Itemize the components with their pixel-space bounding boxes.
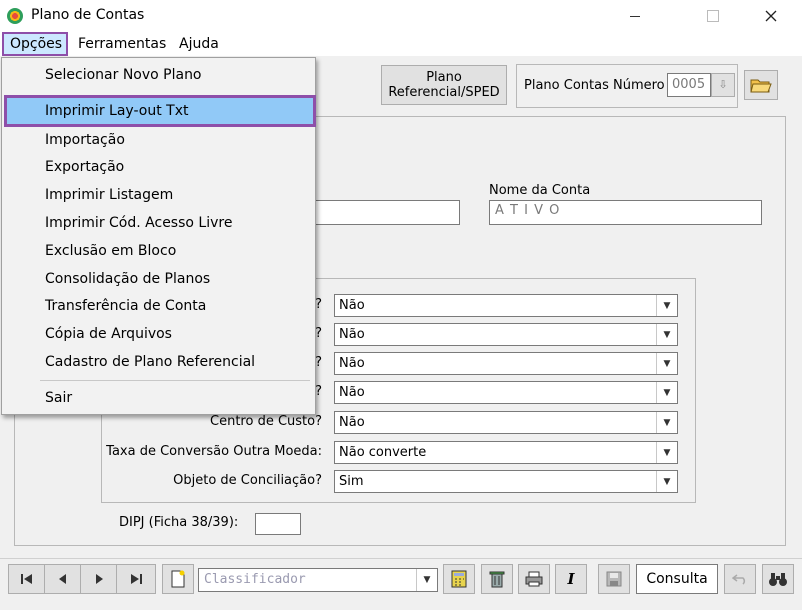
- chevron-down-icon: ▼: [656, 471, 677, 492]
- menu-item-transferencia-de-conta[interactable]: Transferência de Conta: [45, 298, 206, 314]
- close-button[interactable]: [748, 0, 794, 32]
- chevron-down-icon: ▼: [656, 412, 677, 433]
- option-value-1: Não: [339, 298, 365, 313]
- nome-conta-field[interactable]: A T I V O: [489, 200, 762, 225]
- option-value-4: Não: [339, 385, 365, 400]
- minimize-icon: [630, 15, 640, 17]
- menu-item-consolidacao-de-planos[interactable]: Consolidação de Planos: [45, 271, 210, 287]
- objeto-conciliacao-label: Objeto de Conciliação?: [173, 473, 322, 488]
- search-button[interactable]: [762, 564, 794, 594]
- menu-item-sair[interactable]: Sair: [45, 390, 72, 406]
- calculator-icon: [451, 570, 467, 588]
- last-record-icon: [131, 574, 142, 584]
- previous-record-icon: [59, 574, 66, 584]
- menu-item-exportacao[interactable]: Exportação: [45, 159, 124, 175]
- printer-icon: [525, 571, 543, 587]
- taxa-conversao-label: Taxa de Conversão Outra Moeda:: [106, 444, 322, 459]
- print-button[interactable]: [518, 564, 550, 594]
- dipj-field[interactable]: [255, 513, 301, 535]
- next-record-button[interactable]: [80, 564, 118, 594]
- window-title: Plano de Contas: [31, 7, 145, 23]
- last-record-button[interactable]: [116, 564, 156, 594]
- menu-item-exclusao-em-bloco[interactable]: Exclusão em Bloco: [45, 243, 176, 259]
- calculator-button[interactable]: [443, 564, 475, 594]
- consulta-field[interactable]: Consulta: [636, 564, 718, 594]
- menu-item-selecionar-novo-plano[interactable]: Selecionar Novo Plano: [45, 67, 202, 83]
- undo-button[interactable]: [724, 564, 756, 594]
- chevron-down-icon: ▼: [656, 382, 677, 403]
- delete-button[interactable]: [481, 564, 513, 594]
- maximize-button[interactable]: [690, 0, 736, 32]
- menu-separator: [40, 380, 310, 381]
- nome-conta-label: Nome da Conta: [489, 183, 591, 198]
- plano-ref-line2: Referencial/SPED: [388, 85, 500, 100]
- next-record-icon: [96, 574, 103, 584]
- classificador-placeholder: Classificador: [204, 572, 306, 587]
- minimize-button[interactable]: [612, 0, 658, 32]
- menu-item-cadastro-plano-referencial[interactable]: Cadastro de Plano Referencial: [45, 354, 255, 370]
- first-record-icon: [21, 574, 32, 584]
- classificador-select[interactable]: Classificador ▼: [198, 568, 438, 592]
- plano-numero-field[interactable]: 0005: [667, 73, 711, 97]
- new-document-icon: [171, 570, 185, 588]
- plano-numero-label: Plano Contas Número: [524, 78, 665, 93]
- dipj-label: DIPJ (Ficha 38/39):: [119, 515, 239, 530]
- menu-opcoes[interactable]: Opções: [10, 36, 62, 52]
- menu-item-imprimir-layout-txt[interactable]: Imprimir Lay-out Txt: [45, 103, 188, 119]
- menu-ferramentas[interactable]: Ferramentas: [78, 36, 166, 52]
- chevron-down-icon: ▼: [656, 295, 677, 316]
- trash-icon: [489, 571, 505, 588]
- option-select-3[interactable]: Não ▼: [334, 352, 678, 375]
- option-value-3: Não: [339, 356, 365, 371]
- centro-custo-value: Não: [339, 415, 365, 430]
- maximize-icon: [707, 10, 719, 22]
- option-select-2[interactable]: Não ▼: [334, 323, 678, 346]
- menu-item-imprimir-cod-acesso-livre[interactable]: Imprimir Cód. Acesso Livre: [45, 215, 232, 231]
- open-folder-button[interactable]: [744, 70, 778, 100]
- chevron-down-icon: ▼: [656, 442, 677, 463]
- option-select-4[interactable]: Não ▼: [334, 381, 678, 404]
- chevron-down-icon: ▼: [416, 569, 437, 591]
- save-button[interactable]: [598, 564, 630, 594]
- binoculars-icon: [769, 573, 787, 586]
- taxa-conversao-value: Não converte: [339, 445, 427, 460]
- centro-custo-label: Centro de Custo?: [210, 414, 322, 429]
- plano-numero-spinner[interactable]: ⇩: [711, 73, 735, 97]
- plano-referencial-button[interactable]: Plano Referencial/SPED: [381, 65, 507, 105]
- open-folder-icon: [750, 79, 772, 93]
- undo-icon: [732, 574, 746, 585]
- option-select-1[interactable]: Não ▼: [334, 294, 678, 317]
- close-icon: [765, 10, 777, 22]
- app-icon: [7, 8, 23, 24]
- previous-record-button[interactable]: [44, 564, 82, 594]
- option-value-2: Não: [339, 327, 365, 342]
- new-record-button[interactable]: [162, 564, 194, 594]
- taxa-conversao-select[interactable]: Não converte ▼: [334, 441, 678, 464]
- plano-ref-line1: Plano: [426, 70, 462, 85]
- objeto-conciliacao-select[interactable]: Sim ▼: [334, 470, 678, 493]
- save-icon: [606, 571, 622, 587]
- italic-button[interactable]: I: [555, 564, 587, 594]
- menu-item-copia-de-arquivos[interactable]: Cópia de Arquivos: [45, 326, 172, 342]
- first-record-button[interactable]: [8, 564, 46, 594]
- chevron-down-icon: ▼: [656, 353, 677, 374]
- down-arrow-icon: ⇩: [718, 78, 728, 91]
- menu-ajuda[interactable]: Ajuda: [179, 36, 219, 52]
- centro-custo-select[interactable]: Não ▼: [334, 411, 678, 434]
- codigo-field[interactable]: [300, 200, 460, 225]
- objeto-conciliacao-value: Sim: [339, 474, 364, 489]
- menu-item-importacao[interactable]: Importação: [45, 132, 125, 148]
- chevron-down-icon: ▼: [656, 324, 677, 345]
- menu-item-imprimir-listagem[interactable]: Imprimir Listagem: [45, 187, 173, 203]
